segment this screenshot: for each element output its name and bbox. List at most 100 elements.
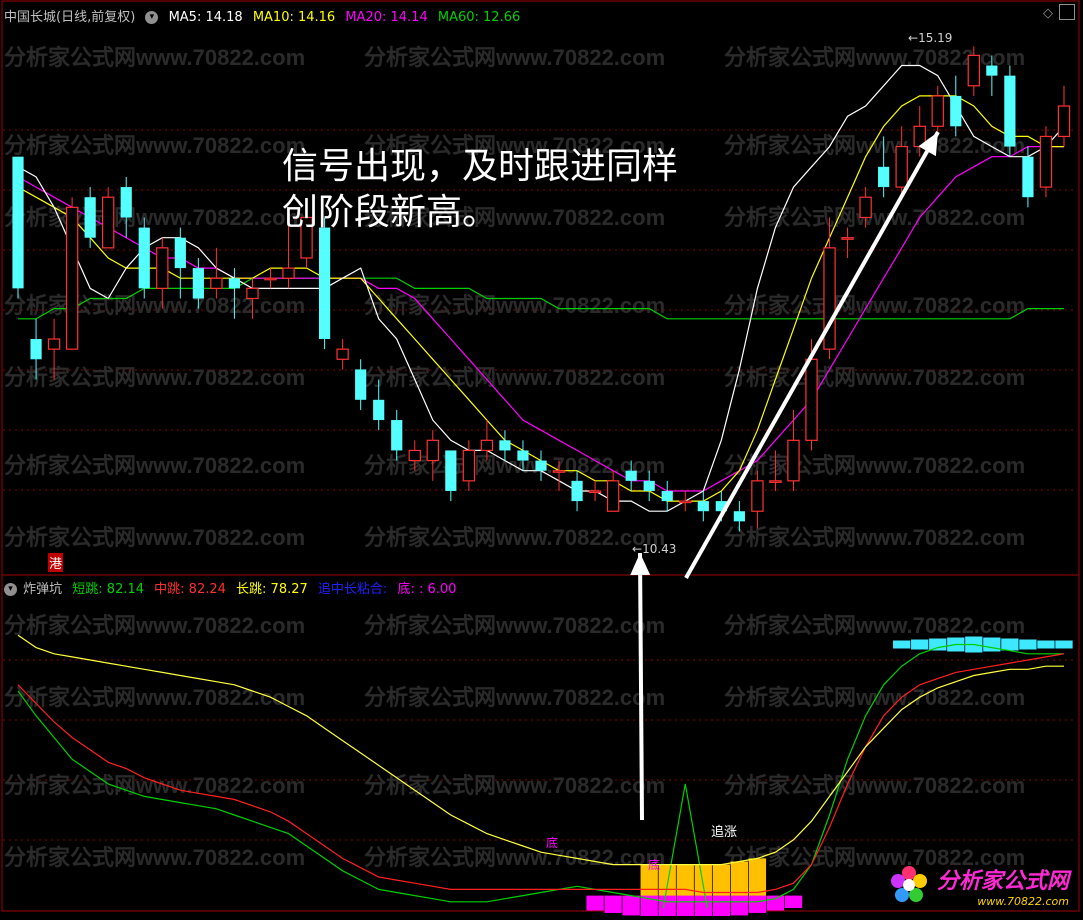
indicator-panel-header: ▾ 炸弹坑 短跳: 82.14 中跳: 82.24 长跳: 78.27 追中长粘… (4, 578, 462, 597)
watermark-text: 分析家公式网www.70822.com (724, 525, 1025, 550)
watermark-text: 分析家公式网www.70822.com (364, 685, 665, 710)
candle-body (373, 399, 385, 421)
bottom-mark: 底 (546, 836, 559, 850)
magenta-bar (784, 895, 803, 908)
magenta-bar (766, 895, 785, 911)
candle-body (625, 470, 637, 481)
brand-name: 分析家公式网 (936, 869, 1069, 894)
candle-body (499, 440, 511, 451)
watermark-text: 分析家公式网www.70822.com (724, 205, 1025, 230)
watermark-text: 分析家公式网www.70822.com (4, 525, 305, 550)
candle-body (336, 348, 349, 360)
candle-body (246, 287, 259, 300)
stock-chart-window: 分析家公式网www.70822.com 分析家公式网www.70822.com 分析… (0, 0, 1083, 920)
magenta-bar (748, 895, 767, 913)
chase-legend: 追中长粘合: (317, 582, 388, 597)
low-price-value: 10.43 (642, 542, 677, 556)
candle-body (138, 227, 150, 289)
watermark-text: 分析家公式网www.70822.com (4, 133, 305, 158)
ma20-legend: MA20: 14.14 (345, 10, 428, 25)
candle-body (787, 439, 800, 482)
magenta-bar (622, 895, 640, 916)
bottom-legend: 底: : 6.00 (397, 582, 457, 597)
magenta-bar (730, 895, 749, 916)
candle-body (445, 450, 457, 491)
maximize-icon[interactable] (1059, 4, 1075, 20)
candle-body (319, 227, 331, 340)
chase-bar (929, 638, 947, 651)
hk-badge: 港 (48, 553, 64, 572)
candle-body (120, 187, 132, 218)
candle-body (588, 490, 602, 494)
watermark-text: 分析家公式网www.70822.com (364, 525, 665, 550)
diamond-icon[interactable]: ◇ (1043, 6, 1053, 21)
candle-body (65, 206, 79, 350)
indicator-line-2 (17, 634, 1064, 866)
candle-body (606, 480, 620, 512)
candle-body (174, 237, 186, 269)
candle-body (47, 338, 61, 350)
chevron-down-icon[interactable]: ▾ (145, 11, 159, 24)
candle-body (210, 277, 223, 289)
chase-bar (1001, 638, 1019, 651)
candle-body (1022, 156, 1034, 198)
candle-body (751, 480, 764, 512)
candle-body (895, 145, 908, 188)
watermark-text: 分析家公式网www.70822.com (4, 453, 305, 478)
candle-body (282, 267, 295, 279)
watermark-text: 分析家公式网www.70822.com (364, 45, 665, 70)
candle-body (1057, 105, 1071, 138)
watermark-text: 分析家公式网www.70822.com (364, 293, 665, 318)
ma5-legend: MA5: 14.18 (168, 10, 243, 25)
candle-body (841, 237, 854, 240)
mid-jump-legend: 中跳: 82.24 (154, 582, 226, 597)
long-jump-legend: 长跳: 78.27 (236, 582, 308, 597)
high-arrow-shaft (684, 131, 940, 579)
watermark-text: 分析家公式网www.70822.com (364, 365, 665, 390)
candle-body (84, 197, 96, 238)
watermark-text: 分析家公式网www.70822.com (724, 613, 1025, 638)
watermark-text: 分析家公式网www.70822.com (724, 365, 1025, 390)
candle-body (697, 501, 709, 512)
price-panel-header: 中国长城(日线,前复权) ▾ MA5: 14.18 MA10: 14.16 MA… (4, 6, 526, 25)
chase-bar (1019, 639, 1037, 650)
candle-body (355, 369, 367, 400)
candle-body (391, 420, 403, 451)
chase-bar (1037, 640, 1055, 649)
watermark-text: 分析家公式网www.70822.com (364, 773, 665, 798)
watermark-text: 分析家公式网www.70822.com (724, 293, 1025, 318)
bottom-zone-bar (748, 858, 767, 902)
magenta-bar (676, 895, 694, 920)
chase-mark: 追涨 (711, 825, 738, 840)
candle-body (156, 247, 169, 289)
candle-body (733, 511, 745, 522)
watermark-text: 分析家公式网www.70822.com (4, 613, 305, 638)
candle-body (769, 480, 782, 483)
flower-logo-icon (889, 865, 929, 905)
magenta-bar (604, 895, 622, 913)
brand-logo: 分析家公式网 www.70822.com (890, 863, 1069, 908)
candle-body (661, 490, 673, 502)
candle-body (426, 439, 439, 462)
chase-bar (893, 640, 911, 649)
candle-body (408, 449, 421, 462)
ma60-legend: MA60: 12.66 (437, 10, 521, 25)
chase-bar (983, 637, 1001, 652)
candle-body (535, 460, 547, 471)
candle-body (679, 500, 692, 504)
low-price-label: ←10.43 (632, 542, 677, 556)
candle-body (480, 439, 494, 452)
watermark-text: 分析家公式网www.70822.com (4, 845, 305, 870)
candle-body (264, 277, 277, 281)
candle-body (30, 339, 42, 360)
candle-body (643, 480, 655, 491)
candle-body (931, 95, 944, 127)
chevron-down-icon[interactable]: ▾ (4, 583, 17, 596)
watermark-text: 分析家公式网www.70822.com (4, 773, 305, 798)
chart-canvas: 分析家公式网www.70822.com 分析家公式网www.70822.com 分析… (1, 0, 1080, 920)
magenta-bar (712, 895, 730, 918)
watermark-text: 分析家公式网www.70822.com (364, 845, 665, 870)
candle-body (986, 65, 998, 76)
candle-body (950, 95, 962, 127)
watermark-text: 分析家公式网www.70822.com (4, 685, 305, 710)
